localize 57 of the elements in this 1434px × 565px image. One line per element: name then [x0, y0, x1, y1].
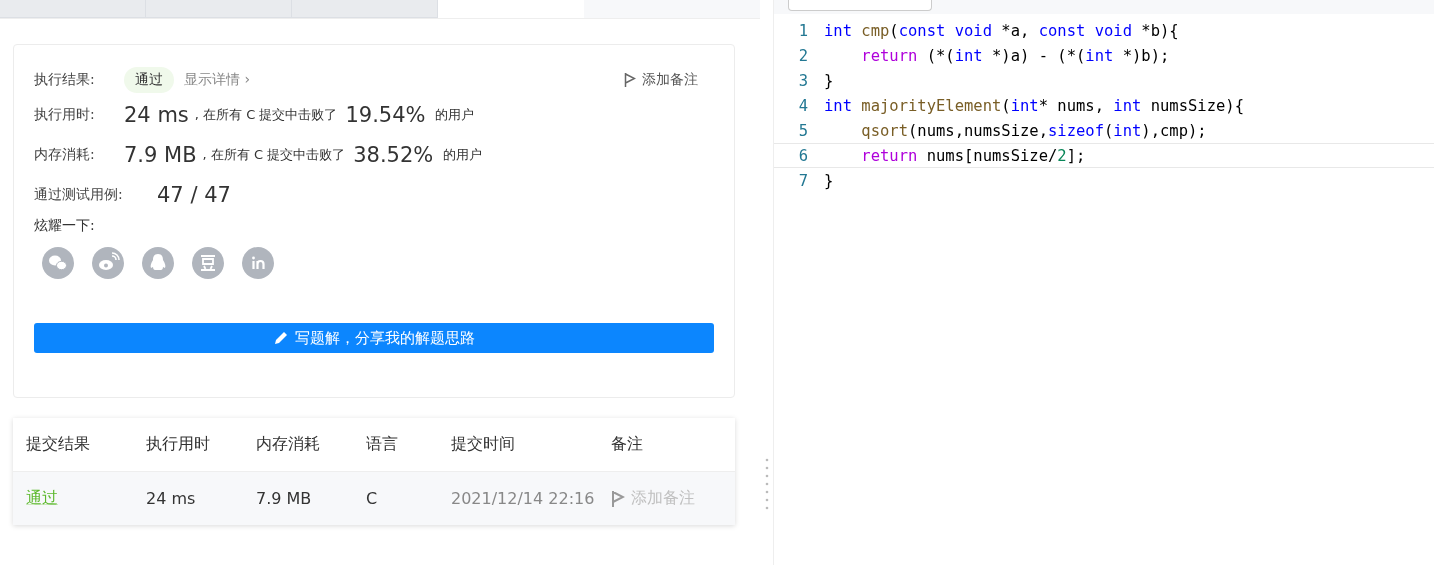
code-line: return nums[numsSize/2];: [860, 146, 1086, 165]
stat-text: , 在所有 C 提交中击败了: [194, 106, 338, 124]
stat-label: 内存消耗:: [34, 146, 96, 164]
line-number: 2: [797, 46, 809, 65]
penguin-icon[interactable]: [142, 247, 174, 279]
linkedin-icon[interactable]: [242, 247, 274, 279]
stat-text: , 在所有 C 提交中击败了: [202, 146, 346, 164]
column-header: 执行用时: [146, 434, 211, 455]
line-number: 6: [797, 146, 809, 165]
line-number: 3: [797, 71, 809, 90]
code-line: int cmp(const void *a, const void *b){: [824, 21, 1179, 40]
eye-icon[interactable]: [92, 247, 124, 279]
tests-value: 47 / 47: [157, 183, 231, 207]
tab[interactable]: [0, 0, 146, 18]
status-link[interactable]: 通过: [13, 488, 146, 509]
stat-suffix: 的用户: [443, 146, 483, 164]
stat-percent: 19.54%: [345, 103, 426, 127]
line-number: 1: [797, 21, 809, 40]
stat-label: 执行用时:: [34, 106, 96, 124]
column-header: 提交时间: [451, 434, 516, 455]
stat-suffix: 的用户: [435, 106, 475, 124]
line-number: 5: [797, 121, 809, 140]
pencil-icon: [273, 330, 289, 346]
tab[interactable]: [292, 0, 438, 18]
column-header: 语言: [366, 434, 399, 455]
code-editor[interactable]: 1 int cmp(const void *a, const void *b){ 2 return (*(int *)a) - (*(int *)b); 3 } 4 int majorityElement(int* nums, int numsSize){ 5 qsort(nums,numsSize,sizeof(int),cmp); 6 return nums[numsSize/2]; 7 }: [774, 14, 1434, 193]
result-label: 执行结果:: [34, 71, 96, 89]
code-line: }: [824, 171, 834, 190]
write-solution-button[interactable]: 写题解，分享我的解题思路: [34, 323, 714, 353]
drag-dots-icon: [764, 457, 769, 511]
add-note-button[interactable]: 添加备注: [624, 71, 714, 89]
column-header: 内存消耗: [256, 434, 321, 455]
code-line: qsort(nums,numsSize,sizeof(int),cmp);: [860, 121, 1207, 140]
table-cell-text: C: [366, 489, 379, 508]
tab[interactable]: [146, 0, 292, 18]
table-cell-text: 24 ms: [146, 489, 197, 508]
stat-value: 24 ms: [124, 103, 189, 127]
status-badge: 通过: [124, 67, 174, 93]
line-number: 4: [797, 96, 809, 115]
language-select[interactable]: [788, 0, 932, 11]
code-line: }: [824, 71, 834, 90]
line-number: 7: [797, 171, 809, 190]
share-label: 炫耀一下:: [34, 217, 96, 235]
table-cell-text: 2021/12/14 22:16: [451, 489, 596, 508]
chat-bubbles-icon[interactable]: [42, 247, 74, 279]
code-line: return (*(int *)a) - (*(int *)b);: [860, 46, 1170, 65]
stat-value: 7.9 MB: [124, 143, 197, 167]
details-link[interactable]: 显示详情 ›: [184, 71, 251, 89]
column-header: 备注: [611, 434, 643, 455]
table-cell-text: 7.9 MB: [256, 489, 313, 508]
flag-icon: [611, 489, 625, 508]
bean-icon[interactable]: [192, 247, 224, 279]
column-header: 提交结果: [25, 434, 91, 455]
stat-percent: 38.52%: [353, 143, 434, 167]
flag-icon: [624, 72, 636, 88]
code-line: int majorityElement(int* nums, int numsSize){: [824, 96, 1244, 115]
tests-label: 通过测试用例:: [34, 186, 124, 204]
